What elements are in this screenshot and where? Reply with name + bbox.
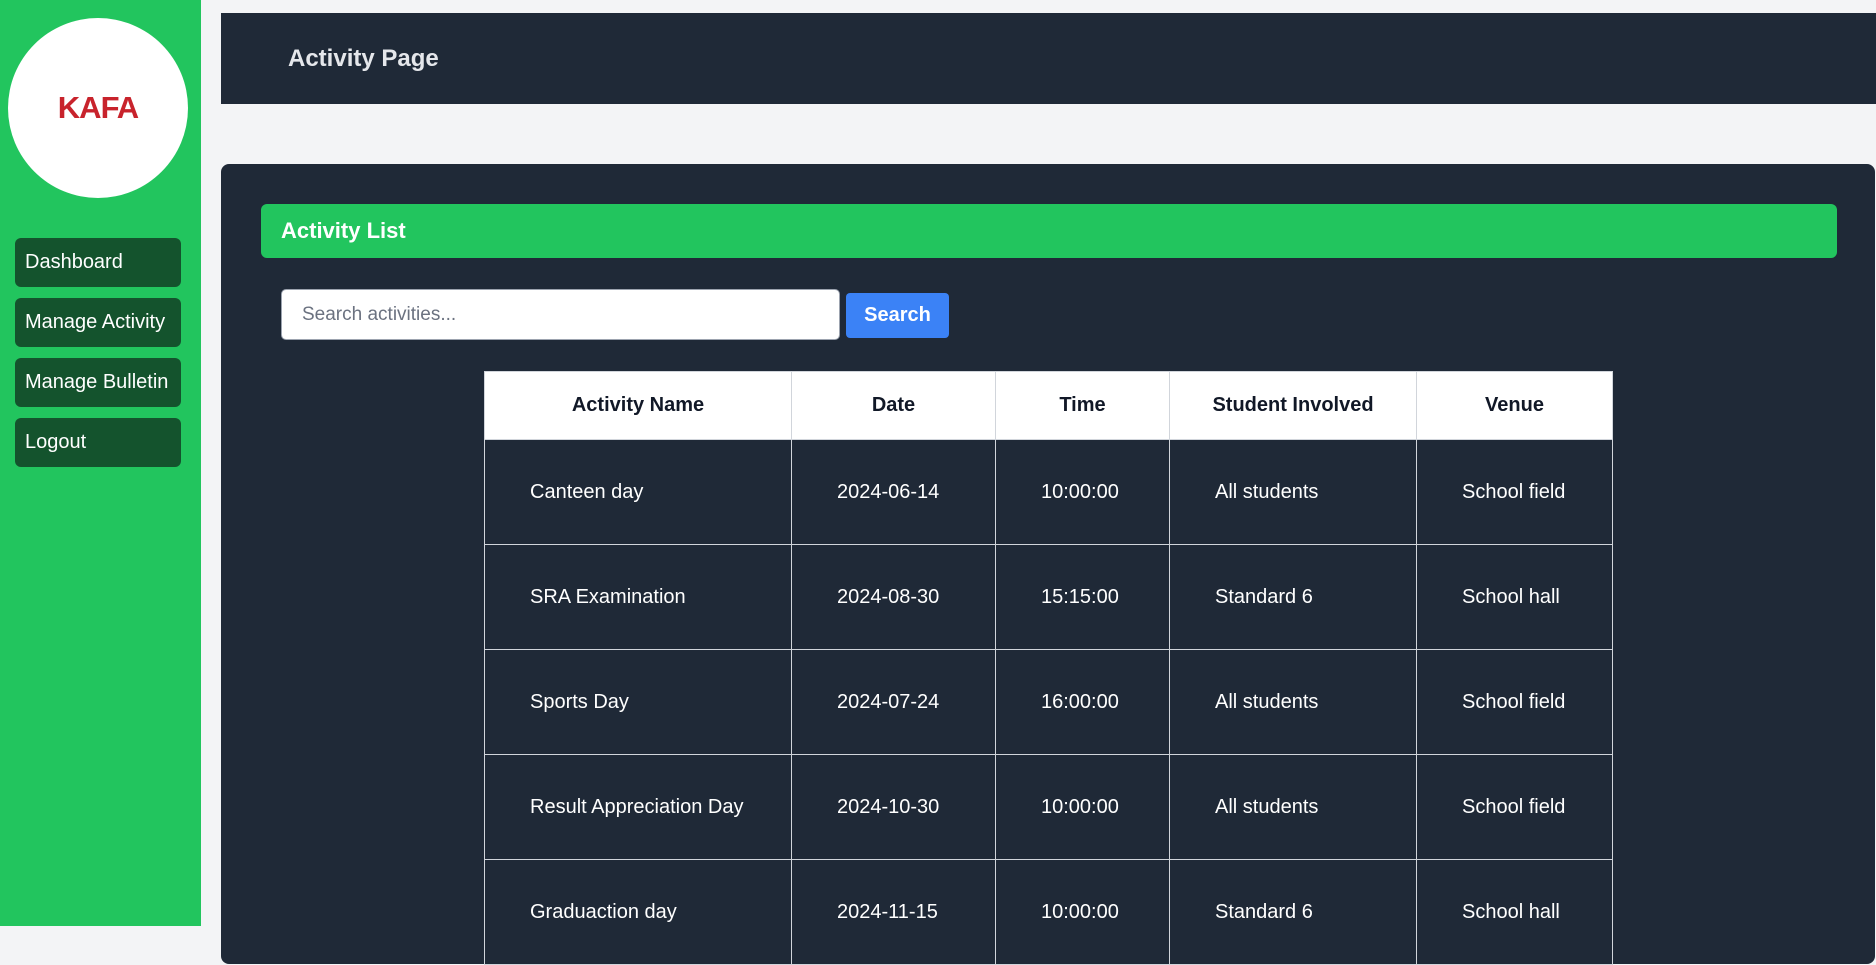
cell-venue: School hall (1416, 859, 1613, 965)
cell-date: 2024-06-14 (791, 439, 996, 545)
cell-time: 10:00:00 (995, 754, 1170, 860)
column-header-venue: Venue (1416, 371, 1613, 440)
column-header-date: Date (791, 371, 996, 440)
cell-activity-name: Graduaction day (484, 859, 792, 965)
logo-text: KAFA (57, 90, 139, 125)
sidebar: KAFA Dashboard Manage Activity Manage Bu… (0, 0, 201, 926)
cell-venue: School field (1416, 439, 1613, 545)
column-header-time: Time (995, 371, 1170, 440)
cell-venue: School hall (1416, 544, 1613, 650)
cell-time: 10:00:00 (995, 859, 1170, 965)
cell-date: 2024-08-30 (791, 544, 996, 650)
column-header-student-involved: Student Involved (1169, 371, 1417, 440)
table-header-row: Activity Name Date Time Student Involved… (484, 371, 1613, 440)
table-row: Graduaction day 2024-11-15 10:00:00 Stan… (484, 859, 1613, 965)
table-row: Result Appreciation Day 2024-10-30 10:00… (484, 754, 1613, 860)
cell-time: 15:15:00 (995, 544, 1170, 650)
search-input[interactable] (281, 289, 840, 340)
activity-table: Activity Name Date Time Student Involved… (484, 371, 1613, 965)
cell-activity-name: Result Appreciation Day (484, 754, 792, 860)
logo: KAFA (8, 18, 188, 198)
sidebar-item-dashboard[interactable]: Dashboard (15, 238, 181, 287)
activity-list-header: Activity List (261, 204, 1837, 258)
table-row: SRA Examination 2024-08-30 15:15:00 Stan… (484, 544, 1613, 650)
cell-activity-name: Sports Day (484, 649, 792, 755)
activity-panel: Activity List Search Activity Name Date … (221, 164, 1875, 965)
cell-student-involved: All students (1169, 754, 1417, 860)
cell-time: 16:00:00 (995, 649, 1170, 755)
header-bar: Activity Page (221, 13, 1876, 104)
page-title: Activity Page (288, 44, 439, 72)
cell-date: 2024-07-24 (791, 649, 996, 755)
cell-venue: School field (1416, 754, 1613, 860)
cell-venue: School field (1416, 649, 1613, 755)
cell-date: 2024-11-15 (791, 859, 996, 965)
cell-student-involved: All students (1169, 649, 1417, 755)
cell-student-involved: Standard 6 (1169, 859, 1417, 965)
cell-time: 10:00:00 (995, 439, 1170, 545)
cell-student-involved: Standard 6 (1169, 544, 1417, 650)
column-header-activity-name: Activity Name (484, 371, 792, 440)
cell-date: 2024-10-30 (791, 754, 996, 860)
sidebar-item-logout[interactable]: Logout (15, 418, 181, 467)
sidebar-item-manage-bulletin[interactable]: Manage Bulletin (15, 358, 181, 407)
cell-activity-name: SRA Examination (484, 544, 792, 650)
table-row: Canteen day 2024-06-14 10:00:00 All stud… (484, 439, 1613, 545)
search-button[interactable]: Search (846, 293, 949, 338)
sidebar-item-manage-activity[interactable]: Manage Activity (15, 298, 181, 347)
cell-student-involved: All students (1169, 439, 1417, 545)
cell-activity-name: Canteen day (484, 439, 792, 545)
table-row: Sports Day 2024-07-24 16:00:00 All stude… (484, 649, 1613, 755)
